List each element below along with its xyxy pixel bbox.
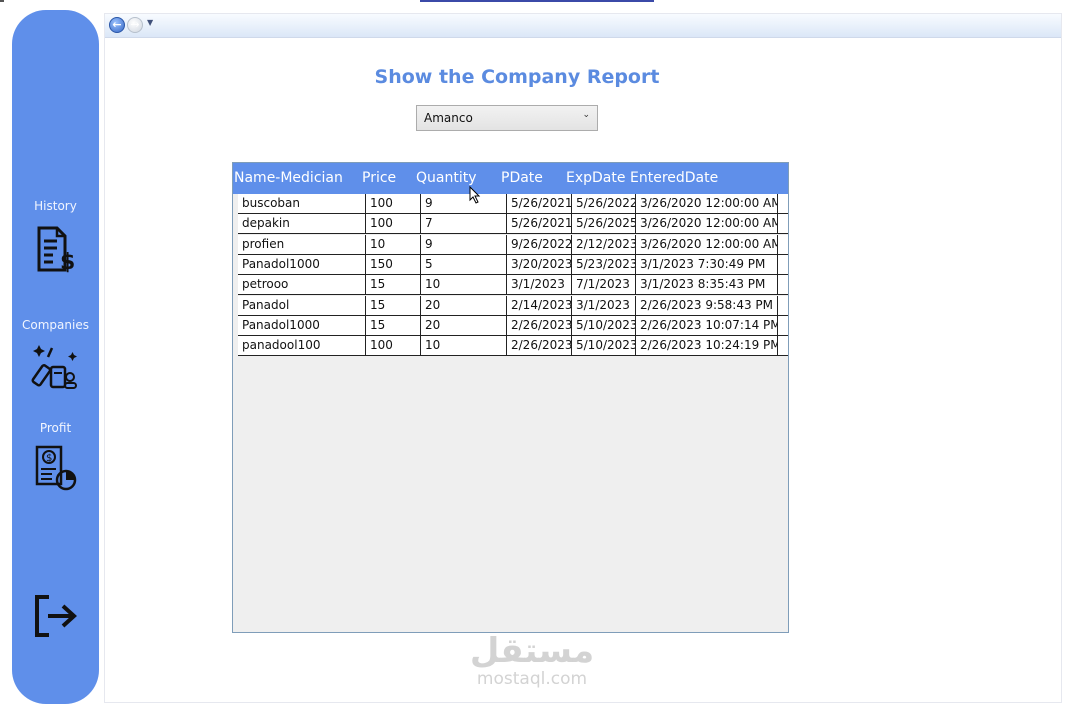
table-cell[interactable]: 9 — [421, 234, 507, 255]
navigation-bar: ← → ▼ — [105, 14, 1061, 38]
watermark-arabic: مستقل — [469, 631, 595, 671]
table-cell[interactable]: 9/26/2022 — [507, 234, 572, 255]
watermark: مستقل mostaql.com — [466, 632, 598, 688]
table-cell[interactable]: buscoban — [238, 194, 366, 214]
table-cell[interactable]: Panadol — [238, 295, 366, 316]
table-cell[interactable]: profien — [238, 234, 366, 255]
history-bill-icon[interactable]: $ — [35, 225, 79, 273]
table-cell[interactable]: 100 — [366, 336, 421, 357]
column-header-entereddate[interactable]: EnteredDate — [630, 170, 718, 186]
table-cell[interactable]: 5/10/2023 — [572, 315, 636, 336]
table-cell[interactable]: 3/26/2020 12:00:00 AM — [636, 194, 778, 214]
sidebar-item-profit-label[interactable]: Profit — [12, 421, 99, 435]
table-row[interactable]: Panadol 15 20 2/14/2023 3/1/2023 2/26/2023 9:… — [238, 295, 788, 316]
report-grid[interactable]: Name-Medician Price Quantity PDate ExpDa… — [232, 162, 789, 633]
column-header-pdate[interactable]: PDate — [501, 170, 543, 186]
main-window: ← → ▼ Show the Company Report Amanco ⌄ N… — [104, 13, 1062, 703]
sidebar-item-history-label[interactable]: History — [12, 199, 99, 213]
sidebar-item-companies-label[interactable]: Companies — [12, 318, 99, 332]
table-cell[interactable]: 3/26/2020 12:00:00 AM — [636, 214, 778, 235]
profit-report-icon[interactable]: $ — [34, 444, 80, 492]
table-row[interactable]: depakin 100 7 5/26/2021 5/26/2025 3/26/2020 1… — [238, 214, 788, 235]
table-cell[interactable]: 5/10/2023 — [572, 336, 636, 357]
grid-header: Name-Medician Price Quantity PDate ExpDa… — [233, 163, 788, 194]
table-row[interactable]: Panadol1000 15 20 2/26/2023 5/10/2023 2/26/20… — [238, 315, 788, 336]
medicine-icon[interactable] — [31, 343, 81, 391]
back-arrow-icon: ← — [112, 18, 122, 31]
table-cell[interactable]: 3/20/2023 — [507, 254, 572, 275]
table-cell[interactable]: panadool100 — [238, 336, 366, 357]
table-cell[interactable]: 10 — [366, 234, 421, 255]
svg-text:$: $ — [46, 453, 52, 464]
table-cell[interactable]: 15 — [366, 295, 421, 316]
back-button[interactable]: ← — [109, 17, 125, 33]
table-cell[interactable]: Panadol1000 — [238, 254, 366, 275]
table-row[interactable]: profien 10 9 9/26/2022 2/12/2023 3/26/2020 12… — [238, 234, 788, 255]
history-dropdown-icon[interactable]: ▼ — [147, 18, 153, 27]
table-row[interactable]: buscoban 100 9 5/26/2021 5/26/2022 3/26/2020 … — [238, 194, 788, 214]
table-row[interactable]: panadool100 100 10 2/26/2023 5/10/2023 2/26/2… — [238, 336, 788, 357]
company-select[interactable]: Amanco ⌄ — [416, 105, 598, 131]
column-header-price[interactable]: Price — [362, 170, 396, 186]
table-cell[interactable]: 9 — [421, 194, 507, 214]
table-cell[interactable]: 2/14/2023 — [507, 295, 572, 316]
sidebar: History $ Companies Profit $ — [12, 10, 99, 704]
table-cell[interactable]: 5/26/2021 — [507, 214, 572, 235]
table-cell[interactable]: 2/26/2023 — [507, 336, 572, 357]
top-edge-mark — [0, 0, 4, 2]
table-row[interactable]: petrooo 15 10 3/1/2023 7/1/2023 3/1/2023 8:35… — [238, 275, 788, 296]
column-header-expdate[interactable]: ExpDate — [566, 170, 625, 186]
table-cell[interactable]: 3/1/2023 — [507, 275, 572, 296]
table-cell[interactable]: 5/26/2025 — [572, 214, 636, 235]
table-cell[interactable]: 15 — [366, 315, 421, 336]
table-cell[interactable]: 100 — [366, 194, 421, 214]
table-cell[interactable]: 20 — [421, 315, 507, 336]
mouse-cursor-icon — [469, 186, 481, 204]
watermark-latin: mostaql.com — [476, 669, 588, 689]
table-cell[interactable]: 3/1/2023 7:30:49 PM — [636, 254, 778, 275]
logout-icon[interactable] — [33, 593, 79, 639]
table-cell[interactable]: 5 — [421, 254, 507, 275]
table-cell[interactable]: 3/1/2023 — [572, 295, 636, 316]
table-cell[interactable]: 5/26/2022 — [572, 194, 636, 214]
table-row[interactable]: Panadol1000 150 5 3/20/2023 5/23/2023 3/1/202… — [238, 254, 788, 275]
svg-text:$: $ — [60, 250, 75, 273]
table-cell[interactable]: 100 — [366, 214, 421, 235]
table-cell[interactable]: 3/1/2023 8:35:43 PM — [636, 275, 778, 296]
chevron-down-icon[interactable]: ⌄ — [582, 110, 590, 120]
column-header-quantity[interactable]: Quantity — [416, 170, 477, 186]
table-cell[interactable]: 10 — [421, 275, 507, 296]
table-cell[interactable]: 5/23/2023 — [572, 254, 636, 275]
page-title: Show the Company Report — [374, 66, 660, 88]
table-cell[interactable]: 2/26/2023 9:58:43 PM — [636, 295, 778, 316]
table-cell[interactable]: petrooo — [238, 275, 366, 296]
table-cell[interactable]: 20 — [421, 295, 507, 316]
table-cell[interactable]: 7/1/2023 — [572, 275, 636, 296]
table-cell[interactable]: 5/26/2021 — [507, 194, 572, 214]
table-cell[interactable]: 7 — [421, 214, 507, 235]
table-cell[interactable]: 150 — [366, 254, 421, 275]
table-cell[interactable]: 2/26/2023 10:24:19 PM — [636, 336, 778, 357]
table-cell[interactable]: 10 — [421, 336, 507, 357]
top-edge-line — [420, 0, 654, 2]
table-cell[interactable]: Panadol1000 — [238, 315, 366, 336]
table-cell[interactable]: 15 — [366, 275, 421, 296]
forward-arrow-icon: → — [130, 18, 140, 31]
column-header-name[interactable]: Name-Medician — [234, 170, 343, 186]
table-cell[interactable]: 2/26/2023 — [507, 315, 572, 336]
forward-button[interactable]: → — [127, 17, 143, 33]
table-cell[interactable]: depakin — [238, 214, 366, 235]
company-select-value: Amanco — [424, 111, 473, 125]
table-cell[interactable]: 3/26/2020 12:00:00 AM — [636, 234, 778, 255]
table-cell[interactable]: 2/12/2023 — [572, 234, 636, 255]
table-cell[interactable]: 2/26/2023 10:07:14 PM — [636, 315, 778, 336]
